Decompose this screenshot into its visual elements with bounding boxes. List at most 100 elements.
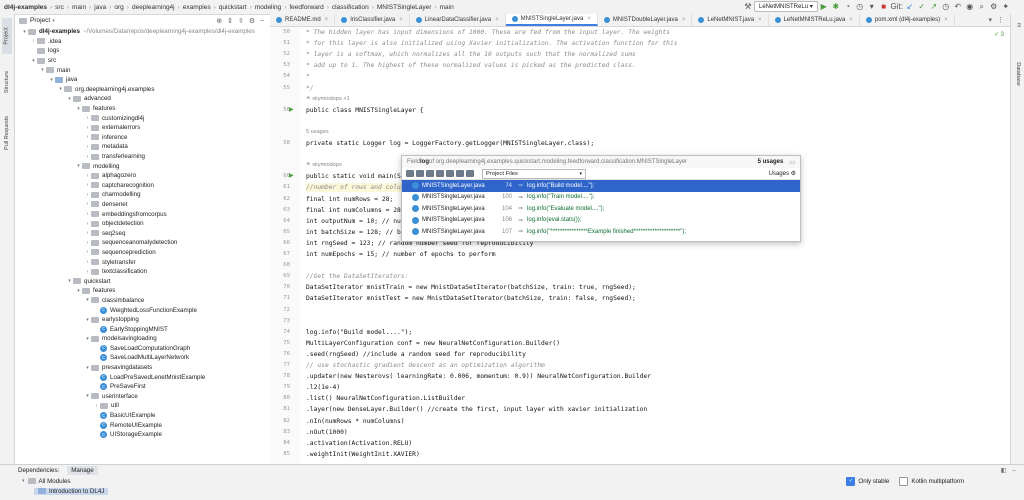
tree-item[interactable]: › util <box>15 401 270 411</box>
chevron-down-icon[interactable]: ▾ <box>30 58 37 64</box>
build-hammer-icon[interactable]: ⚒ <box>742 1 754 12</box>
settings-gear-icon[interactable]: ⚙ <box>988 1 1000 12</box>
plugins-icon[interactable]: ✦ <box>1000 1 1012 12</box>
run-icon[interactable]: ▶ <box>818 1 830 12</box>
close-icon[interactable]: × <box>849 17 853 23</box>
stop-icon[interactable]: ■ <box>878 1 890 12</box>
git-label-icon[interactable]: Git: <box>890 1 904 12</box>
tree-item[interactable]: › styletransfer <box>15 257 270 267</box>
avatar-icon[interactable]: ◉ <box>964 1 976 12</box>
module-row[interactable]: ▾ All Modules ✓ Only stable Kotlin multipl… <box>0 476 1024 486</box>
group-by-icon[interactable] <box>406 170 414 177</box>
chevron-down-icon[interactable]: ▾ <box>84 393 91 399</box>
tree-item[interactable]: › externalerrors <box>15 123 270 133</box>
tree-item[interactable]: c PreSaveFirst <box>15 382 270 392</box>
options-gear-icon[interactable]: ⚙ <box>249 17 255 25</box>
chevron-down-icon[interactable]: ▾ <box>84 365 91 371</box>
breadcrumb-item[interactable]: src <box>53 4 66 11</box>
project-panel-title[interactable]: Project <box>30 17 50 24</box>
filter-imports-icon[interactable] <box>436 170 444 177</box>
tab-file[interactable]: MNISTSingleLayer.java × <box>505 14 598 26</box>
hide-panel-icon[interactable]: – <box>1013 467 1016 474</box>
usage-row[interactable]: MNISTSingleLayer.java 106 ⇒ log.info(eval.s… <box>402 215 800 227</box>
tree-item[interactable]: c EarlyStoppingMNIST <box>15 324 270 334</box>
breadcrumb-item[interactable]: deeplearning4j <box>130 4 177 11</box>
chevron-right-icon[interactable]: › <box>84 154 91 160</box>
chevron-right-icon[interactable]: › <box>84 173 91 179</box>
tree-item[interactable]: c BasicUIExample <box>15 411 270 421</box>
database-tool-tab[interactable]: Database <box>1013 54 1023 94</box>
rollback-icon[interactable]: ↶ <box>952 1 964 12</box>
tree-item[interactable]: ▾ org.deeplearning4j.examples <box>15 85 270 95</box>
merge-icon[interactable] <box>466 170 474 177</box>
debug-icon[interactable]: ✱ <box>830 1 842 12</box>
chevron-right-icon[interactable]: › <box>84 259 91 265</box>
chevron-down-icon[interactable]: ▾ <box>75 106 82 112</box>
scope-select[interactable]: Project Files ▾ <box>482 168 586 179</box>
tree-item[interactable]: ▾ main <box>15 65 270 75</box>
tree-item[interactable]: ▾ userinterface <box>15 392 270 402</box>
run-gutter-icon[interactable]: ▶ <box>289 106 294 115</box>
chevron-right-icon[interactable]: › <box>84 201 91 207</box>
hide-panel-icon[interactable]: – <box>260 17 264 25</box>
pull-requests-tool-tab[interactable]: Pull Requests <box>2 110 12 156</box>
run-configuration-select[interactable]: LeNetMNISTReLu ▾ <box>754 1 818 12</box>
code-editor[interactable]: 50 * The hidden layer has input dimensio… <box>270 27 1010 464</box>
chevron-down-icon[interactable]: ▾ <box>66 278 73 284</box>
chevron-right-icon[interactable]: › <box>84 211 91 217</box>
breadcrumb-item[interactable]: MNISTSingleLayer <box>375 4 434 11</box>
breadcrumb-item[interactable]: feedforward <box>287 4 325 11</box>
chevron-right-icon[interactable]: › <box>84 269 91 275</box>
breadcrumb-item[interactable]: quickstart <box>217 4 249 11</box>
more-icon[interactable]: ⋮ <box>997 16 1004 24</box>
tree-item[interactable]: c LoadPreSavedLenetMnistExample <box>15 372 270 382</box>
chevron-right-icon[interactable]: › <box>84 134 91 140</box>
tree-item[interactable]: › textclassification <box>15 267 270 277</box>
tree-item[interactable]: ▾ classimbalance <box>15 296 270 306</box>
tree-item[interactable]: › densenet <box>15 200 270 210</box>
breadcrumb-item[interactable]: main <box>70 4 88 11</box>
breadcrumb-item[interactable]: main <box>438 4 456 11</box>
tree-item[interactable]: logs <box>15 46 270 56</box>
tree-item[interactable]: › inference <box>15 133 270 143</box>
project-tool-tab[interactable]: Project <box>2 18 12 54</box>
tree-item[interactable]: › captcharecognition <box>15 181 270 191</box>
chevron-right-icon[interactable]: › <box>84 182 91 188</box>
tree-item[interactable]: ▾ modelling <box>15 161 270 171</box>
tab-file[interactable]: LeNetMNIST.java × <box>692 14 769 26</box>
chevron-down-icon[interactable]: ▾ <box>52 18 55 24</box>
git-update-icon[interactable]: ↙ <box>904 1 916 12</box>
usage-row[interactable]: MNISTSingleLayer.java 100 ⇒ log.info("Train… <box>402 192 800 204</box>
chevron-down-icon[interactable]: ▾ <box>84 317 91 323</box>
locate-icon[interactable]: ⊕ <box>216 17 222 25</box>
tree-item[interactable]: › sequenceprediction <box>15 248 270 258</box>
preview-icon[interactable] <box>456 170 464 177</box>
git-push-icon[interactable]: ↗ <box>928 1 940 12</box>
breadcrumb-item[interactable]: modeling <box>253 4 283 11</box>
filter-read-icon[interactable] <box>416 170 424 177</box>
chevron-right-icon[interactable]: › <box>93 403 100 409</box>
git-commit-icon[interactable]: ✓ <box>916 1 928 12</box>
tab-file[interactable]: MNISTDoubleLayer.java × <box>598 14 693 26</box>
chevron-down-icon[interactable]: ▾ <box>48 77 55 83</box>
chevron-down-icon[interactable]: ▾ <box>21 29 28 35</box>
chevron-down-icon[interactable]: ▾ <box>75 288 82 294</box>
chevron-right-icon[interactable]: › <box>84 125 91 131</box>
maven-tool-tab[interactable]: m <box>1013 18 1023 32</box>
filter-write-icon[interactable] <box>426 170 434 177</box>
chevron-right-icon[interactable]: › <box>30 38 37 44</box>
history-icon[interactable]: ◷ <box>940 1 952 12</box>
tree-item[interactable]: › embeddingsfromcorpus <box>15 209 270 219</box>
chevron-down-icon[interactable]: ▾ <box>84 297 91 303</box>
close-icon[interactable]: × <box>944 17 948 23</box>
tree-item[interactable]: ▾ features <box>15 286 270 296</box>
tab-file[interactable]: IrisClassifier.java × <box>335 14 410 26</box>
breadcrumb-item[interactable]: classification <box>330 4 371 11</box>
tree-item[interactable]: › objectdetection <box>15 219 270 229</box>
tree-item[interactable]: › .idea <box>15 37 270 47</box>
tab-file[interactable]: pom.xml (dl4j-examples) × <box>860 14 955 26</box>
tab-file[interactable]: README.md × <box>270 14 336 26</box>
tab-manage[interactable]: Manage <box>67 466 98 475</box>
tree-item[interactable]: › customizingdl4j <box>15 113 270 123</box>
profile-icon[interactable]: ◷ <box>854 1 866 12</box>
